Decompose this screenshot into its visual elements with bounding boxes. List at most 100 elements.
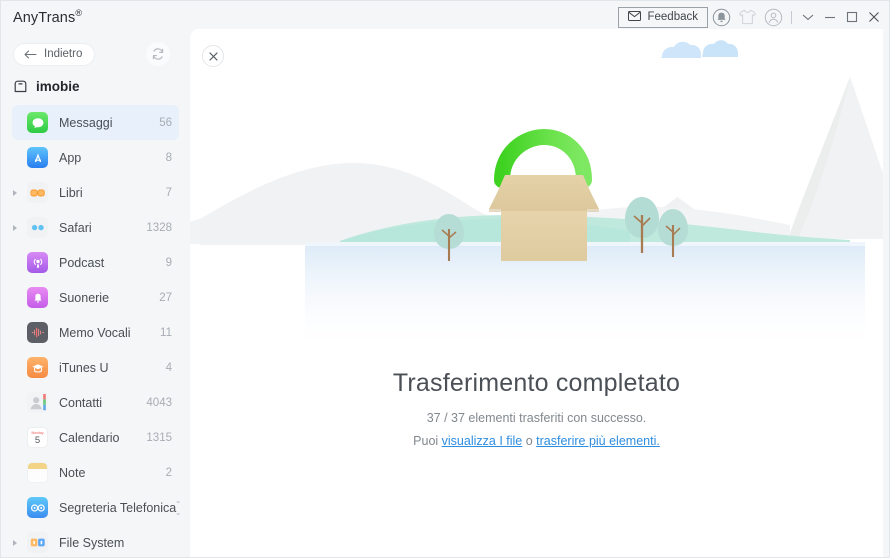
device-row[interactable]: imobie xyxy=(1,73,190,99)
t-shirt-icon xyxy=(738,9,756,25)
completion-message: Trasferimento completato 37 / 37 element… xyxy=(190,369,883,448)
device-icon xyxy=(14,80,27,92)
chevron-down-icon xyxy=(802,14,814,21)
close-icon xyxy=(208,51,218,61)
notifications-button[interactable] xyxy=(708,4,734,30)
sidebar-item-label: Podcast xyxy=(59,255,105,270)
content-panel: Trasferimento completato 37 / 37 element… xyxy=(190,29,883,557)
sidebar-item-count: -- xyxy=(176,495,181,520)
sidebar-item-count: 1328 xyxy=(146,221,172,234)
sidebar-item-label: Segreteria Telefonica xyxy=(59,500,177,515)
minimize-icon xyxy=(825,16,835,19)
sidebar-item-label: Suonerie xyxy=(59,290,110,305)
expand-arrow-icon[interactable] xyxy=(13,189,17,196)
sidebar-nav-list: Messaggi 56 App 8 Libri 7 Safari 1328 Po… xyxy=(1,105,190,557)
sidebar-item-count: 27 xyxy=(159,291,172,304)
minimize-button[interactable] xyxy=(819,4,841,30)
maximize-icon xyxy=(846,11,858,23)
transfer-summary: 37 / 37 elementi trasferiti con successo… xyxy=(426,411,647,425)
sidebar-item-label: Messaggi xyxy=(59,115,113,130)
page-title: Trasferimento completato xyxy=(392,369,681,397)
sidebar-item-label: Safari xyxy=(59,220,92,235)
sidebar-item-label: File System xyxy=(59,535,125,550)
t-shirt-button[interactable] xyxy=(734,4,760,30)
sidebar-item-contatti[interactable]: Contatti 4043 xyxy=(12,385,179,420)
sidebar-header: Indietro xyxy=(1,39,190,69)
action-links: Puoi visualizza I file o trasferire più … xyxy=(190,434,883,448)
sidebar-item-count: 2 xyxy=(165,466,172,479)
expand-arrow-icon[interactable] xyxy=(13,539,17,546)
sidebar-item-calendario[interactable]: Monday 5 Calendario 1315 xyxy=(12,420,179,455)
sidebar-item-segreteria-telefonica[interactable]: Segreteria Telefonica -- xyxy=(12,490,181,525)
sidebar-item-label: iTunes U xyxy=(59,360,109,375)
maximize-button[interactable] xyxy=(841,4,863,30)
sidebar-item-label: Note xyxy=(59,465,86,480)
clouds xyxy=(660,40,738,58)
sidebar-item-memo-vocali[interactable]: Memo Vocali 11 xyxy=(12,315,179,350)
sidebar: Indietro imobie Messaggi 56 App 8 Libri … xyxy=(1,33,190,557)
sidebar-item-count: 9 xyxy=(165,256,172,269)
sidebar-item-count: 7 xyxy=(165,186,172,199)
podcast-icon xyxy=(27,252,48,273)
user-account-icon xyxy=(764,8,782,26)
toolbar-divider xyxy=(791,10,792,24)
sidebar-item-note[interactable]: Note 2 xyxy=(12,455,179,490)
notes-icon xyxy=(27,462,48,483)
back-button[interactable]: Indietro xyxy=(13,42,96,66)
sidebar-item-label: Calendario xyxy=(59,430,120,445)
window-close-button[interactable] xyxy=(863,4,885,30)
sidebar-item-safari[interactable]: Safari 1328 xyxy=(12,210,179,245)
sidebar-item-count: 4043 xyxy=(146,396,172,409)
sidebar-item-count: 4 xyxy=(165,361,172,374)
sidebar-item-file-system[interactable]: File System xyxy=(12,525,179,557)
arrow-left-icon xyxy=(24,49,37,59)
sidebar-item-suonerie[interactable]: Suonerie 27 xyxy=(12,280,179,315)
sidebar-item-app[interactable]: App 8 xyxy=(12,140,179,175)
refresh-icon xyxy=(152,48,164,60)
menu-chevron-button[interactable] xyxy=(797,4,819,30)
voicemail-icon xyxy=(27,497,48,518)
ringtones-icon xyxy=(27,287,48,308)
panel-close-button[interactable] xyxy=(202,45,224,67)
sidebar-item-podcast[interactable]: Podcast 9 xyxy=(12,245,179,280)
appstore-icon xyxy=(27,147,48,168)
voicememo-icon xyxy=(27,322,48,343)
svg-text:5: 5 xyxy=(35,435,40,446)
contacts-icon xyxy=(27,392,48,413)
transfer-more-link[interactable]: trasferire più elementi. xyxy=(536,434,660,448)
sidebar-item-count: 8 xyxy=(165,151,172,164)
sidebar-item-label: Memo Vocali xyxy=(59,325,131,340)
sidebar-item-libri[interactable]: Libri 7 xyxy=(12,175,179,210)
close-icon xyxy=(869,12,879,22)
sidebar-item-itunes-u[interactable]: iTunes U 4 xyxy=(12,350,179,385)
transfer-complete-illustration xyxy=(190,29,883,349)
feedback-label: Feedback xyxy=(647,11,698,23)
app-title-text: AnyTrans xyxy=(13,9,76,26)
sidebar-item-label: App xyxy=(59,150,82,165)
sidebar-item-count: 11 xyxy=(160,326,172,339)
app-title: AnyTrans® xyxy=(13,8,82,26)
expand-arrow-icon[interactable] xyxy=(13,224,17,231)
bell-icon xyxy=(712,8,730,26)
sidebar-item-messaggi[interactable]: Messaggi 56 xyxy=(12,105,179,140)
sidebar-item-count: 56 xyxy=(159,116,172,129)
envelope-icon xyxy=(628,10,642,24)
itunesu-icon xyxy=(27,357,48,378)
refresh-button[interactable] xyxy=(146,42,170,66)
links-middle: o xyxy=(522,434,537,448)
messages-icon xyxy=(27,112,48,133)
anytrans-window: AnyTrans® Feedback Indietro imobie Messa… xyxy=(0,0,890,558)
calendar-icon: Monday 5 xyxy=(27,427,48,448)
view-files-link[interactable]: visualizza I file xyxy=(442,434,523,448)
links-prefix: Puoi xyxy=(413,434,442,448)
sidebar-item-label: Libri xyxy=(59,185,83,200)
sidebar-item-count: 1315 xyxy=(146,431,172,444)
account-button[interactable] xyxy=(760,4,786,30)
registered-mark: ® xyxy=(75,8,83,19)
safari-icon xyxy=(27,217,48,238)
filesystem-icon xyxy=(27,532,48,553)
feedback-button[interactable]: Feedback xyxy=(618,6,708,28)
books-icon xyxy=(27,182,48,203)
sidebar-item-label: Contatti xyxy=(59,395,103,410)
back-label: Indietro xyxy=(44,48,83,60)
